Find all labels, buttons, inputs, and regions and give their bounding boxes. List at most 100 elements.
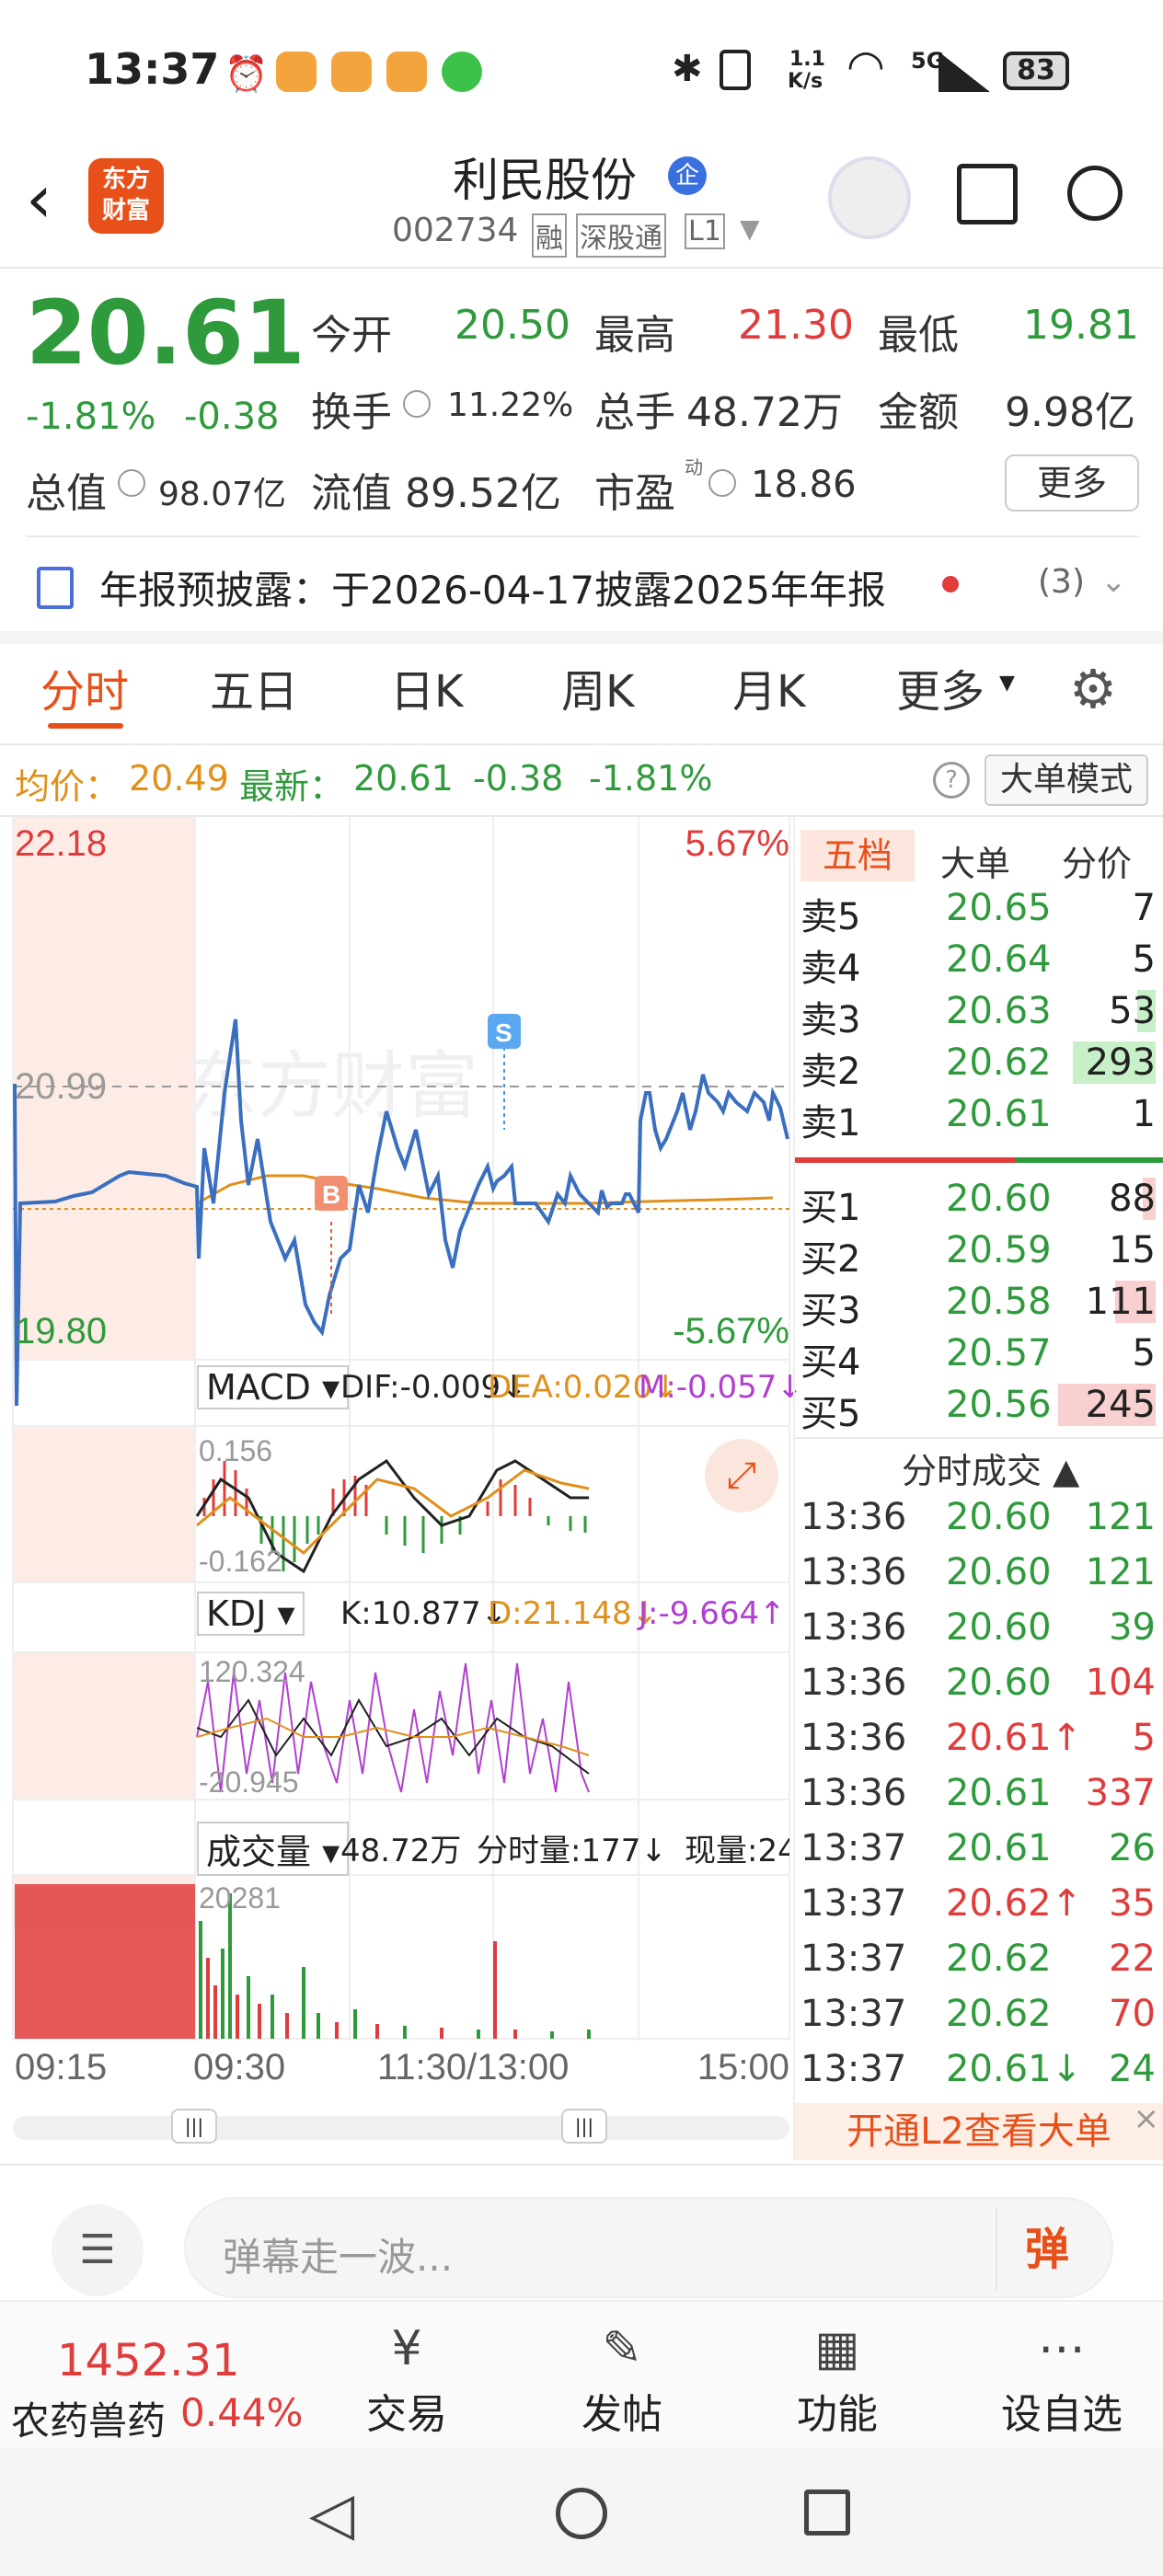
chevron-down-icon[interactable]: ▼	[740, 213, 760, 244]
bid-row[interactable]: 买2 20.59 15	[795, 1229, 1163, 1281]
nav-post[interactable]: ✎ 发帖	[539, 2317, 705, 2445]
trade-time: 13:37	[800, 1827, 907, 1869]
trade-time: 13:36	[800, 1496, 907, 1538]
trade-volume: 24	[1109, 2048, 1156, 2090]
nav-trade-label: 交易	[366, 2391, 447, 2438]
info-icon[interactable]	[403, 390, 431, 418]
trade-volume: 121	[1085, 1551, 1156, 1593]
alarm-icon: ⏰	[225, 53, 269, 94]
tab-more[interactable]: 更多	[896, 655, 985, 719]
bid-row[interactable]: 买4 20.57 5	[795, 1332, 1163, 1384]
index-name[interactable]: 农药兽药	[11, 2390, 166, 2446]
search-icon[interactable]	[1067, 166, 1123, 221]
info-icon[interactable]	[118, 469, 145, 497]
index-pct[interactable]: 0.44%	[180, 2390, 303, 2435]
help-icon[interactable]: ?	[933, 762, 970, 799]
ask-row[interactable]: 卖1 20.61 1	[795, 1093, 1163, 1144]
ask-row[interactable]: 卖2 20.62 293	[795, 1041, 1163, 1093]
nav-trade[interactable]: ¥ 交易	[324, 2317, 489, 2445]
danmu-send-button[interactable]: 弹	[996, 2208, 1097, 2291]
notice-count[interactable]: (3)	[1038, 563, 1085, 601]
close-icon[interactable]: ×	[1134, 2090, 1160, 2147]
float-label: 流值	[311, 470, 392, 517]
tab-five-levels[interactable]: 五档	[800, 830, 915, 881]
nav-add-watchlist[interactable]: ⋯ 设自选	[970, 2317, 1154, 2445]
spread-bar	[795, 1157, 1163, 1163]
recents-square-icon[interactable]	[804, 2490, 850, 2536]
pre-market-shade	[13, 1426, 195, 1582]
wifi-icon: ◠	[846, 40, 885, 92]
ask-row[interactable]: 卖4 20.64 5	[795, 938, 1163, 990]
trade-row: 13:36 20.61↑ 5	[795, 1717, 1163, 1772]
back-icon[interactable]: ‹	[26, 166, 52, 232]
notice-text[interactable]: 年报预披露：于2026-04-17披露2025年年报	[99, 559, 886, 615]
big-order-mode-button[interactable]: 大单模式	[985, 754, 1148, 806]
volume-value: 48.72万	[686, 389, 843, 436]
kdj-selector[interactable]: KDJ ▾	[197, 1592, 305, 1636]
logo-text: 东方	[101, 166, 150, 193]
macd-selector[interactable]: MACD ▾	[197, 1365, 350, 1409]
bid-row[interactable]: 买5 20.56 245	[795, 1384, 1163, 1435]
gear-icon[interactable]: ⚙	[1069, 662, 1117, 716]
home-circle-icon[interactable]	[556, 2488, 607, 2539]
l2-promo-banner[interactable]: 开通L2查看大单 ×	[795, 2100, 1163, 2160]
index-value[interactable]: 1452.31	[57, 2335, 240, 2386]
vibrate-icon	[720, 50, 751, 90]
tab-five-day[interactable]: 五日	[210, 655, 298, 719]
tab-daily-k[interactable]: 日K	[390, 655, 463, 719]
chevron-down-icon[interactable]: ⌄	[1100, 563, 1127, 600]
info-icon[interactable]	[708, 469, 736, 497]
trade-time: 13:36	[800, 1551, 907, 1593]
ai-assistant-avatar[interactable]	[828, 156, 911, 239]
nav-functions[interactable]: ▦ 功能	[754, 2317, 920, 2445]
trade-price: 20.62↑	[946, 1882, 1083, 1925]
net-speed-bottom: K/s	[788, 70, 823, 93]
ask-row[interactable]: 卖3 20.63 53	[795, 990, 1163, 1041]
danmu-input[interactable]: 弹幕走一波... 弹	[184, 2197, 1113, 2298]
mktcap-label: 总值	[26, 470, 107, 517]
logo-text: 财富	[101, 197, 150, 224]
app-notification-icon	[386, 52, 427, 92]
trade-row: 13:36 20.60 104	[795, 1662, 1163, 1717]
kdj-top-label: 120.324	[199, 1655, 305, 1688]
tab-big-orders[interactable]: 大单	[940, 835, 1010, 886]
change-percent: -1.81%	[26, 396, 156, 438]
vol-top-label: 20281	[199, 1881, 281, 1915]
back-triangle-icon[interactable]: ◁	[309, 2480, 354, 2548]
low-label: 最低	[878, 312, 959, 359]
tab-weekly-k[interactable]: 周K	[561, 655, 634, 719]
trades-title[interactable]: 分时成交 ▲	[902, 1443, 1079, 1493]
high-value: 21.30	[738, 302, 854, 349]
tab-monthly-k[interactable]: 月K	[732, 655, 805, 719]
ask-row[interactable]: 卖5 20.65 7	[795, 887, 1163, 938]
bid-row[interactable]: 买3 20.58 111	[795, 1281, 1163, 1332]
share-icon[interactable]	[957, 164, 1018, 224]
edit-icon: ✎	[602, 2321, 642, 2376]
tab-price-dist[interactable]: 分价	[1062, 835, 1132, 886]
avg-price-line	[196, 1174, 774, 1205]
amount-value: 9.98亿	[1005, 389, 1135, 436]
time-range-scrubber[interactable]	[13, 2116, 789, 2140]
yen-icon: ¥	[391, 2321, 422, 2376]
scrubber-left-handle[interactable]: |||	[171, 2109, 217, 2144]
macd-bottom-label: -0.162	[199, 1545, 282, 1578]
bid-label: 买5	[800, 1393, 861, 1435]
bid-row[interactable]: 买1 20.60 88	[795, 1178, 1163, 1229]
nav-post-label: 发帖	[582, 2391, 662, 2438]
status-bar: 13:37 ⏰ ✱ 1.1 K/s ◠ 5G 83	[0, 0, 1163, 138]
last-price: 20.61	[26, 282, 305, 385]
bid-volume: 88	[1109, 1178, 1156, 1220]
volume-selector[interactable]: 成交量 ▾	[197, 1822, 350, 1876]
enterprise-badge: 企	[668, 156, 707, 195]
tab-intraday[interactable]: 分时	[40, 655, 129, 719]
divider	[0, 631, 1163, 644]
bid-price: 20.59	[946, 1229, 1052, 1271]
danmu-settings-button[interactable]: ☰	[52, 2204, 144, 2296]
expand-button[interactable]: ⤢	[705, 1439, 778, 1512]
scrubber-right-handle[interactable]: |||	[561, 2109, 607, 2144]
turnover-value: 11.22%	[447, 386, 574, 424]
trade-price: 20.61↓	[946, 2048, 1083, 2090]
more-button[interactable]: 更多	[1005, 454, 1139, 512]
intraday-chart[interactable]: 东方财富 B S 22.18 20.99 19.80 5.67% -5.67% …	[0, 817, 793, 2133]
low-value: 19.81	[1023, 302, 1139, 349]
